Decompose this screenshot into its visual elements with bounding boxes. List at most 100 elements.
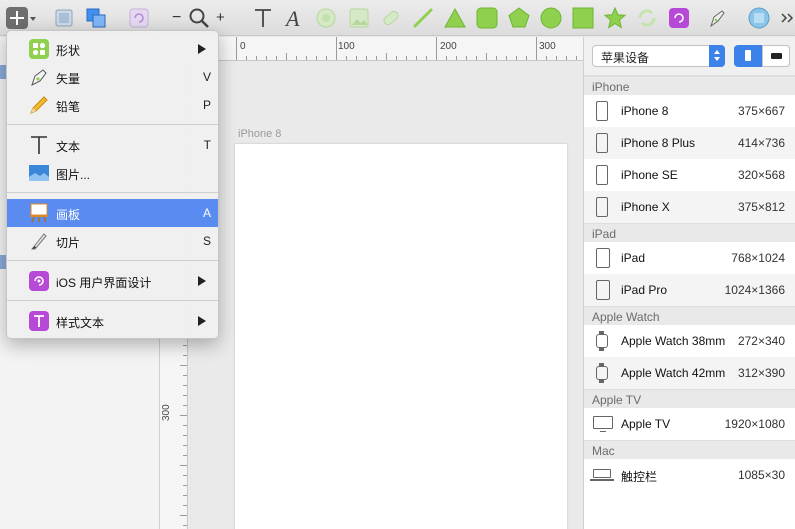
rounded-rect-icon[interactable]: [476, 7, 498, 29]
zoom-icon[interactable]: [188, 7, 210, 29]
vector-pen-icon: [29, 67, 49, 87]
group-icon[interactable]: [53, 7, 75, 29]
menu-item-shape[interactable]: 形状: [7, 35, 218, 63]
device-name: Apple TV: [621, 417, 671, 431]
ruler-tick: [183, 485, 187, 486]
device-preset-row[interactable]: iPad Pro 1024×1366: [584, 274, 795, 306]
rectangle-icon[interactable]: [572, 7, 594, 29]
image-icon[interactable]: [348, 7, 370, 29]
ruler-tick: [286, 53, 287, 60]
pentagon-icon[interactable]: [508, 7, 530, 29]
device-preset-select[interactable]: 苹果设备: [592, 45, 725, 67]
combine-icon[interactable]: [85, 7, 107, 29]
menu-separator: [7, 124, 218, 125]
watch-icon: [596, 363, 608, 383]
circle-icon[interactable]: [540, 7, 562, 29]
ruler-tick: [516, 56, 517, 60]
menu-item-label: 铅笔: [56, 100, 81, 114]
menu-item-label: iOS 用户界面设计: [56, 276, 152, 290]
ruler-horizontal[interactable]: 0 100 200 300: [160, 37, 583, 61]
menu-item-vector[interactable]: 矢量 V: [7, 63, 218, 91]
symbol-icon[interactable]: [668, 7, 690, 29]
ruler-tick: [486, 53, 487, 60]
device-section-header: Mac: [584, 440, 795, 459]
ruler-tick: [546, 56, 547, 60]
oval-icon[interactable]: [315, 7, 337, 29]
ruler-tick: [183, 425, 187, 426]
shortcut-key: P: [202, 98, 211, 112]
line-icon[interactable]: [412, 7, 434, 29]
device-preset-row[interactable]: Apple Watch 38mm 272×340: [584, 325, 795, 357]
ruler-tick: [536, 37, 537, 60]
menu-item-label: 矢量: [56, 72, 81, 86]
ruler-label: 0: [240, 41, 246, 52]
zoom-out-icon[interactable]: −: [172, 7, 184, 29]
device-section-header: iPhone: [584, 76, 795, 95]
landscape-orientation-button[interactable]: [762, 45, 790, 67]
ruler-tick: [576, 56, 577, 60]
device-name: iPad Pro: [621, 283, 668, 297]
ruler-label: 300: [161, 404, 172, 421]
canvas[interactable]: iPhone 8: [189, 62, 583, 529]
ruler-tick: [366, 56, 367, 60]
menu-item-artboard[interactable]: 画板 A: [7, 199, 218, 227]
device-preset-row[interactable]: 触控栏 1085×30: [584, 459, 795, 491]
ruler-tick: [183, 455, 187, 456]
picture-icon: [29, 163, 49, 183]
star-icon[interactable]: [604, 7, 626, 29]
menu-item-styled-text[interactable]: 样式文本: [7, 307, 218, 335]
insert-icon[interactable]: [6, 7, 28, 29]
more-icon[interactable]: [776, 7, 794, 29]
device-size: 272×340: [737, 334, 785, 348]
device-preset-row[interactable]: Apple Watch 42mm 312×390: [584, 357, 795, 389]
artboard[interactable]: [235, 144, 567, 529]
rotate-copies-icon[interactable]: [128, 7, 150, 29]
ruler-tick: [376, 56, 377, 60]
portrait-orientation-button[interactable]: [734, 45, 762, 67]
phone-icon: [596, 133, 608, 153]
slice-icon[interactable]: [380, 7, 402, 29]
zoom-in-label: +: [216, 9, 225, 26]
mirror-icon[interactable]: [748, 7, 770, 29]
menu-item-image[interactable]: 图片...: [7, 159, 218, 187]
device-size: 375×667: [737, 104, 785, 118]
pen-icon[interactable]: [706, 7, 728, 29]
menu-item-ios-ui-design[interactable]: iOS 用户界面设计: [7, 267, 218, 295]
triangle-icon[interactable]: [444, 7, 466, 29]
ruler-tick: [183, 505, 187, 506]
artboard-easel-icon: [29, 203, 49, 223]
device-preset-row[interactable]: iPad 768×1024: [584, 242, 795, 274]
menu-item-text[interactable]: 文本 T: [7, 131, 218, 159]
menu-item-slice[interactable]: 切片 S: [7, 227, 218, 255]
ruler-label: 300: [539, 41, 556, 52]
ruler-tick: [266, 56, 267, 60]
device-name: iPad: [621, 251, 646, 265]
device-name: iPhone X: [621, 200, 670, 214]
device-list: iPhone iPhone 8 375×667 iPhone 8 Plus 414×73…: [584, 76, 795, 491]
device-preset-row[interactable]: Apple TV 1920×1080: [584, 408, 795, 440]
ruler-tick: [326, 56, 327, 60]
ruler-label: 100: [338, 41, 355, 52]
device-preset-row[interactable]: iPhone X 375×812: [584, 191, 795, 223]
menu-separator: [7, 300, 218, 301]
device-size: 1920×1080: [724, 417, 785, 431]
submenu-arrow-icon: [198, 276, 206, 286]
device-preset-row[interactable]: iPhone 8 375×667: [584, 95, 795, 127]
device-preset-row[interactable]: iPhone SE 320×568: [584, 159, 795, 191]
watch-icon: [596, 331, 608, 351]
menu-item-label: 画板: [56, 208, 81, 222]
ruler-tick: [356, 56, 357, 60]
refresh-icon[interactable]: [636, 7, 658, 29]
artboard-title[interactable]: iPhone 8: [238, 128, 281, 140]
device-name: iPhone 8: [621, 104, 669, 118]
menu-separator: [7, 192, 218, 193]
zoom-out-label: −: [172, 9, 182, 26]
typography-icon[interactable]: A: [283, 7, 305, 29]
ruler-tick: [236, 37, 237, 60]
zoom-in-icon[interactable]: +: [216, 7, 228, 29]
device-size: 375×812: [737, 200, 785, 214]
chevron-down-icon[interactable]: [30, 17, 36, 21]
menu-item-pencil[interactable]: 铅笔 P: [7, 91, 218, 119]
device-preset-row[interactable]: iPhone 8 Plus 414×736: [584, 127, 795, 159]
text-icon[interactable]: [252, 7, 274, 29]
